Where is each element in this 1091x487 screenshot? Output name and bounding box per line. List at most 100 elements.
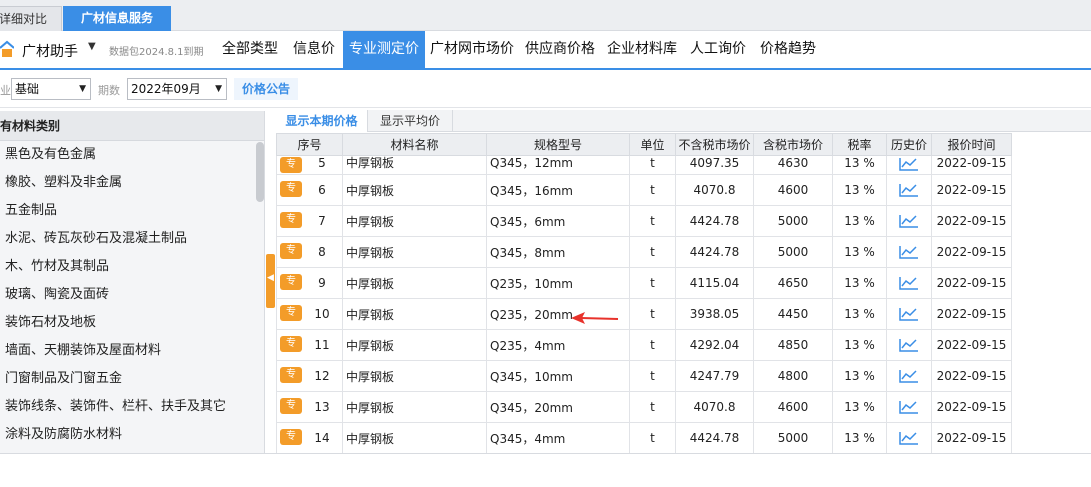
category-item[interactable]: 五金制品	[0, 197, 264, 225]
table-row[interactable]: 专 6 中厚钢板 Q345，16mm t 4070.8 4600 13 % 2022-09-15	[276, 174, 1012, 206]
category-panel-header: 有材料类别	[0, 111, 264, 141]
nav-labor-inquiry[interactable]: 人工询价	[683, 31, 753, 68]
header-name[interactable]: 材料名称	[342, 133, 487, 156]
category-item[interactable]: 墙面、天棚装饰及屋面材料	[0, 337, 264, 365]
chevron-down-icon: ▼	[215, 84, 222, 94]
category-item[interactable]: 橡胶、塑料及非金属	[0, 169, 264, 197]
cell-date: 2022-09-15	[931, 267, 1012, 299]
table-row[interactable]: 专 11 中厚钢板 Q235，4mm t 4292.04 4850 13 % 2022-09-1…	[276, 329, 1012, 361]
price-notice-button[interactable]: 价格公告	[234, 78, 298, 100]
trade-select[interactable]: 基础 ▼	[11, 78, 91, 100]
cell-no: 专7	[276, 205, 343, 237]
nav-info-price[interactable]: 信息价	[286, 31, 342, 68]
cell-history	[886, 360, 932, 392]
nav-price-trend[interactable]: 价格趋势	[753, 31, 823, 68]
row-number: 10	[314, 307, 330, 321]
trend-chart-icon[interactable]	[899, 183, 919, 197]
cell-tax: 13 %	[832, 360, 887, 392]
cell-date: 2022-09-15	[931, 422, 1012, 454]
category-item[interactable]: 黑色及有色金属	[0, 141, 264, 169]
tab-detail-compare[interactable]: 详细对比	[0, 6, 62, 31]
table-row[interactable]: 专 14 中厚钢板 Q345，4mm t 4424.78 5000 13 % 2022-09-1…	[276, 422, 1012, 454]
cell-no: 专8	[276, 236, 343, 268]
tab-average-price[interactable]: 显示平均价	[368, 110, 453, 132]
cell-spec: Q235，10mm	[486, 267, 630, 299]
table-row[interactable]: 专 12 中厚钢板 Q345，10mm t 4247.79 4800 13 % 2022-09-…	[276, 360, 1012, 392]
cell-tax: 13 %	[832, 155, 887, 175]
cell-name: 中厚钢板	[342, 329, 487, 361]
category-scrollbar[interactable]	[256, 142, 264, 202]
tab-guangcai-info-service[interactable]: 广材信息服务	[63, 6, 171, 31]
header-price-ex-tax[interactable]: 不含税市场价	[675, 133, 754, 156]
cell-spec: Q345，6mm	[486, 205, 630, 237]
category-item[interactable]: 装饰线条、装饰件、栏杆、扶手及其它	[0, 393, 264, 421]
nav-market-price[interactable]: 广材网市场价	[425, 31, 519, 68]
cell-history	[886, 205, 932, 237]
header-tax-rate[interactable]: 税率	[832, 133, 887, 156]
cell-unit: t	[629, 155, 676, 175]
trend-chart-icon[interactable]	[899, 276, 919, 290]
brand-name[interactable]: 广材助手	[22, 41, 78, 61]
category-item[interactable]: 水泥、砖瓦灰砂石及混凝土制品	[0, 225, 264, 253]
cell-price-in: 4650	[753, 267, 833, 299]
cell-name: 中厚钢板	[342, 360, 487, 392]
tab-current-price[interactable]: 显示本期价格	[276, 110, 368, 132]
header-price-in-tax[interactable]: 含税市场价	[753, 133, 833, 156]
category-panel: 有材料类别 黑色及有色金属 橡胶、塑料及非金属 五金制品 水泥、砖瓦灰砂石及混凝…	[0, 111, 265, 453]
category-item[interactable]: 门窗制品及门窗五金	[0, 365, 264, 393]
cell-tax: 13 %	[832, 236, 887, 268]
cell-spec: Q345，20mm	[486, 391, 630, 423]
trend-chart-icon[interactable]	[899, 369, 919, 383]
cell-spec: Q235，4mm	[486, 329, 630, 361]
nav-supplier-price[interactable]: 供应商价格	[519, 31, 601, 68]
trend-chart-icon[interactable]	[899, 431, 919, 445]
trend-chart-icon[interactable]	[899, 307, 919, 321]
table-row[interactable]: 专 9 中厚钢板 Q235，10mm t 4115.04 4650 13 % 2022-09-1…	[276, 267, 1012, 299]
cell-price-ex: 4070.8	[675, 391, 754, 423]
category-item[interactable]: 木、竹材及其制品	[0, 253, 264, 281]
category-item[interactable]: 涂料及防腐防水材料	[0, 421, 264, 449]
row-number: 12	[314, 369, 330, 383]
special-badge: 专	[280, 181, 302, 197]
header-no[interactable]: 序号	[276, 133, 343, 156]
nav-enterprise-library[interactable]: 企业材料库	[601, 31, 683, 68]
cell-tax: 13 %	[832, 298, 887, 330]
main-nav: 广材助手 ▼ 数据包2024.8.1到期 全部类型 信息价 专业测定价 广材网市…	[0, 31, 1091, 70]
trend-chart-icon[interactable]	[899, 157, 919, 171]
trend-chart-icon[interactable]	[899, 214, 919, 228]
table-row[interactable]: 专 5 中厚钢板 Q345，12mm t 4097.35 4630 13 % 2022-09-1…	[276, 155, 1012, 175]
category-item[interactable]: 玻璃、陶瓷及面砖	[0, 281, 264, 309]
table-row[interactable]: 专 10 中厚钢板 Q235，20mm t 3938.05 4450 13 % 2022-09-…	[276, 298, 1012, 330]
price-table: 序号 材料名称 规格型号 单位 不含税市场价 含税市场价 税率 历史价 报价时间…	[276, 133, 1012, 454]
cell-price-in: 5000	[753, 205, 833, 237]
header-unit[interactable]: 单位	[629, 133, 676, 156]
cell-price-in: 4600	[753, 174, 833, 206]
nav-professional-price[interactable]: 专业测定价	[343, 31, 425, 68]
trend-chart-icon[interactable]	[899, 245, 919, 259]
cell-history	[886, 422, 932, 454]
nav-all-types[interactable]: 全部类型	[214, 31, 286, 68]
trend-chart-icon[interactable]	[899, 400, 919, 414]
special-badge: 专	[280, 274, 302, 290]
row-number: 14	[314, 431, 330, 445]
period-select[interactable]: 2022年09月 ▼	[127, 78, 227, 100]
header-history[interactable]: 历史价	[886, 133, 932, 156]
header-quote-date[interactable]: 报价时间	[931, 133, 1012, 156]
dropdown-caret-icon[interactable]: ▼	[88, 41, 96, 52]
cell-price-in: 4850	[753, 329, 833, 361]
table-row[interactable]: 专 7 中厚钢板 Q345，6mm t 4424.78 5000 13 % 2022-09-15	[276, 205, 1012, 237]
panel-collapse-handle[interactable]: ◀	[266, 254, 275, 308]
row-number: 5	[318, 156, 326, 171]
table-row[interactable]: 专 13 中厚钢板 Q345，20mm t 4070.8 4600 13 % 2022-09-1…	[276, 391, 1012, 423]
cell-history	[886, 155, 932, 175]
cell-price-in: 4450	[753, 298, 833, 330]
header-spec[interactable]: 规格型号	[486, 133, 630, 156]
category-item[interactable]: 装饰石材及地板	[0, 309, 264, 337]
trend-chart-icon[interactable]	[899, 338, 919, 352]
cell-tax: 13 %	[832, 267, 887, 299]
cell-price-in: 4630	[753, 155, 833, 175]
special-badge: 专	[280, 157, 302, 173]
cell-name: 中厚钢板	[342, 298, 487, 330]
table-row[interactable]: 专 8 中厚钢板 Q345，8mm t 4424.78 5000 13 % 2022-09-15	[276, 236, 1012, 268]
period-select-value: 2022年09月	[131, 82, 201, 96]
